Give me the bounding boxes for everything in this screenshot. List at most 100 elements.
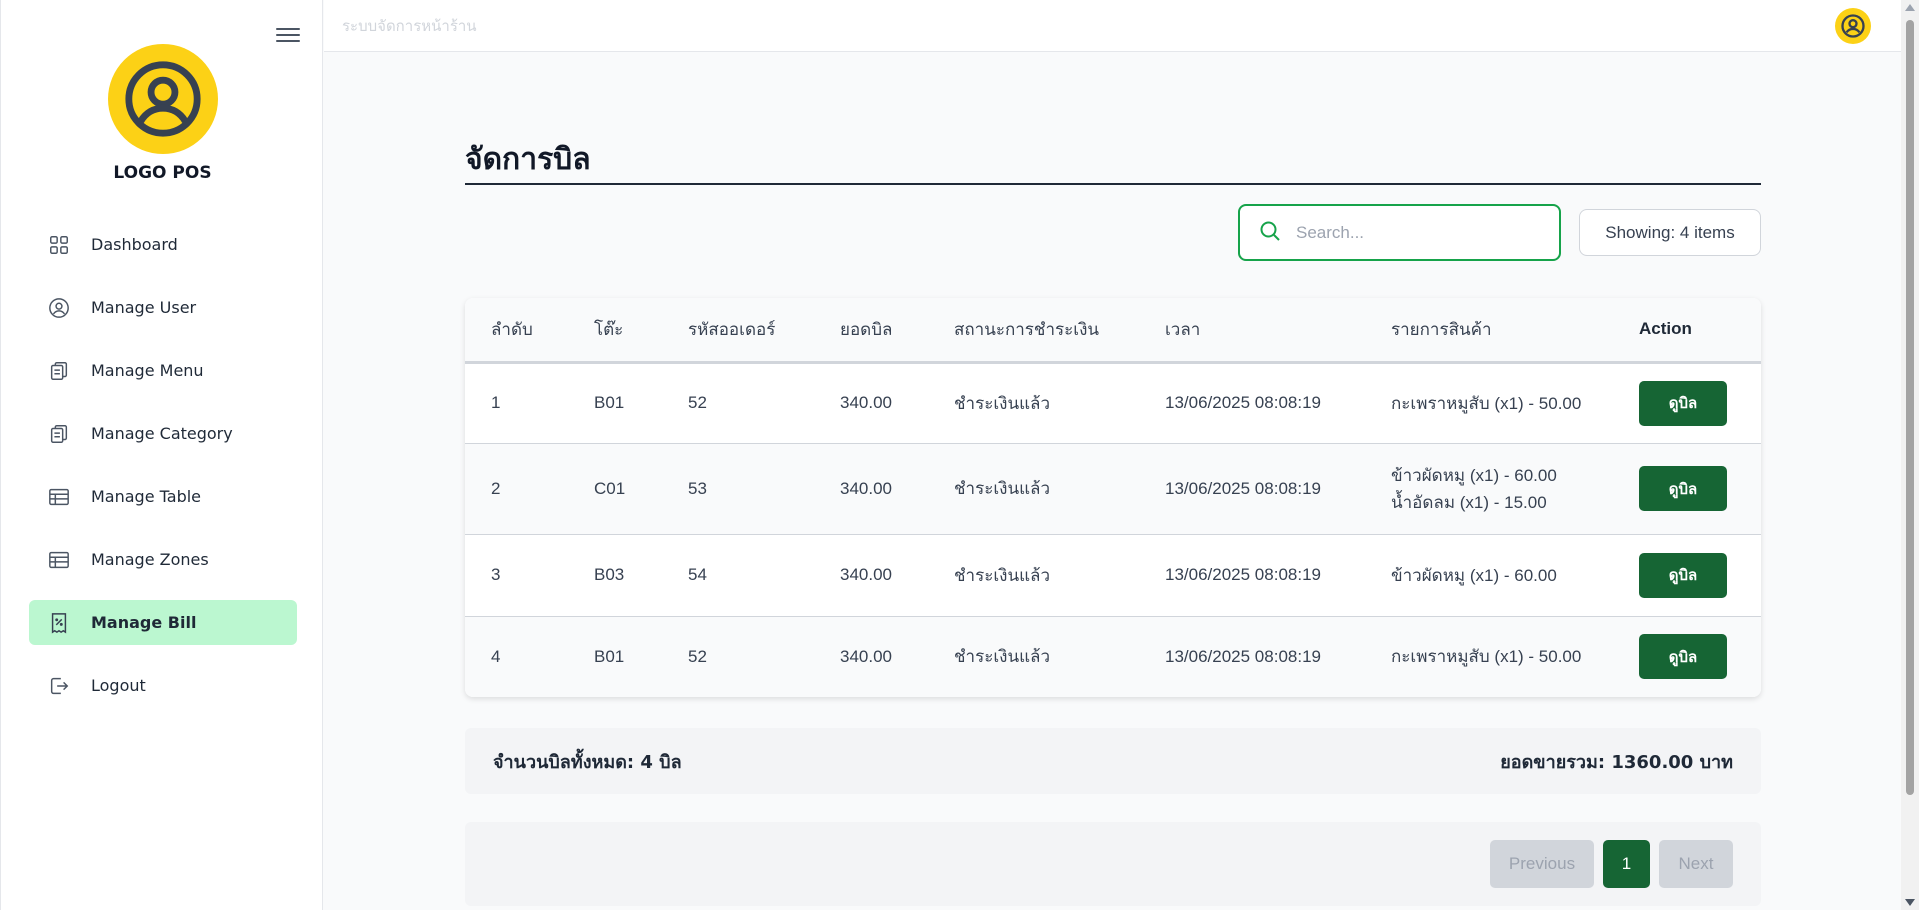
- cell-order-id: 53: [662, 443, 814, 535]
- sidebar-item-logout[interactable]: Logout: [29, 663, 297, 708]
- sidebar-item-label: Manage Category: [91, 424, 233, 443]
- cell-action: ดูบิล: [1613, 362, 1761, 444]
- scroll-up-arrow-icon[interactable]: [1905, 4, 1915, 11]
- hamburger-menu-icon[interactable]: [276, 24, 300, 46]
- column-header[interactable]: เวลา: [1139, 298, 1365, 362]
- scroll-thumb[interactable]: [1906, 20, 1914, 795]
- cell-items: กะเพราหมูสับ (x1) - 50.00: [1365, 616, 1613, 697]
- view-bill-button[interactable]: ดูบิล: [1639, 634, 1727, 680]
- user-avatar-icon[interactable]: [1835, 8, 1871, 44]
- column-header[interactable]: โต๊ะ: [568, 298, 662, 362]
- previous-page-button[interactable]: Previous: [1490, 840, 1594, 888]
- cell-time: 13/06/2025 08:08:19: [1139, 443, 1365, 535]
- sidebar-item-manage-zones[interactable]: Manage Zones: [29, 537, 297, 582]
- top-bar: ระบบจัดการหน้าร้าน: [324, 0, 1901, 52]
- sidebar-item-label: Manage Bill: [91, 613, 197, 632]
- cell-status: ชำระเงินแล้ว: [928, 534, 1139, 617]
- scroll-down-arrow-icon[interactable]: [1905, 899, 1915, 906]
- cell-table: B03: [568, 534, 662, 617]
- table-header-row: ลำดับ โต๊ะ รหัสออเดอร์ ยอดบิล สถานะการชำ…: [465, 298, 1761, 362]
- cell-order-id: 52: [688, 646, 707, 666]
- view-bill-button[interactable]: ดูบิล: [1639, 380, 1727, 426]
- sidebar-item-manage-category[interactable]: Manage Category: [29, 411, 297, 456]
- title-divider: [465, 183, 1761, 185]
- cell-status: ชำระเงินแล้ว: [928, 362, 1139, 444]
- logout-icon: [47, 674, 71, 698]
- sidebar-item-label: Dashboard: [91, 235, 178, 254]
- cell-table: B01: [594, 646, 625, 666]
- sidebar-item-label: Manage Zones: [91, 550, 209, 569]
- item-line: ข้าวผัดหมู (x1) - 60.00: [1391, 565, 1557, 585]
- cell-items: ข้าวผัดหมู (x1) - 60.00 น้ำอัดลม (x1) - …: [1365, 443, 1613, 535]
- grid-icon: [47, 233, 71, 257]
- cell-amount: 340.00: [814, 443, 928, 535]
- bill-table: ลำดับ โต๊ะ รหัสออเดอร์ ยอดบิล สถานะการชำ…: [465, 298, 1761, 697]
- column-header: Action: [1639, 319, 1692, 339]
- clipboard-icon: [47, 359, 71, 383]
- cell-table: C01: [568, 443, 662, 535]
- cell-amount: 340.00: [814, 362, 928, 444]
- summary-bar: จำนวนบิลทั้งหมด: 4 บิล ยอดขายรวม: 1360.0…: [465, 728, 1761, 794]
- next-page-button[interactable]: Next: [1659, 840, 1733, 888]
- page-1-button[interactable]: 1: [1603, 840, 1650, 888]
- cell-time: 13/06/2025 08:08:19: [1139, 534, 1365, 617]
- bill-count: จำนวนบิลทั้งหมด: 4 บิล: [493, 751, 682, 773]
- sidebar: LOGO POS Dashboard Manage User Manage Me…: [0, 0, 323, 910]
- column-header[interactable]: รายการสินค้า: [1365, 298, 1613, 362]
- total-sales: ยอดขายรวม: 1360.00 บาท: [1500, 751, 1733, 773]
- pagination: Previous 1 Next: [1490, 840, 1733, 888]
- sidebar-item-label: Manage Menu: [91, 361, 204, 380]
- sidebar-item-manage-user[interactable]: Manage User: [29, 285, 297, 330]
- table-row: 1 B01 52 340.00 ชำระเงินแล้ว 13/06/2025 …: [465, 362, 1761, 444]
- table-row: 4 B01 52 340.00 ชำระเงินแล้ว 13/06/2025 …: [465, 616, 1761, 697]
- page-title: จัดการบิล: [465, 142, 591, 177]
- cell-order-id: 54: [662, 534, 814, 617]
- view-bill-button[interactable]: ดูบิล: [1639, 466, 1727, 511]
- cell-action: ดูบิล: [1613, 443, 1761, 535]
- item-line: น้ำอัดลม (x1) - 15.00: [1391, 492, 1547, 512]
- header-title: ระบบจัดการหน้าร้าน: [342, 17, 477, 35]
- search-box[interactable]: [1238, 204, 1561, 261]
- pagination-area: Previous 1 Next: [465, 822, 1761, 906]
- showing-count: Showing: 4 items: [1579, 209, 1761, 256]
- cell-action: ดูบิล: [1613, 534, 1761, 617]
- cell-amount: 340.00: [840, 646, 892, 666]
- sidebar-item-dashboard[interactable]: Dashboard: [29, 222, 297, 267]
- cell-action: ดูบิล: [1613, 616, 1761, 697]
- sidebar-item-label: Logout: [91, 676, 146, 695]
- sidebar-item-manage-bill[interactable]: Manage Bill: [29, 600, 297, 645]
- bill-table-card: ลำดับ โต๊ะ รหัสออเดอร์ ยอดบิล สถานะการชำ…: [465, 298, 1761, 697]
- user-circle-icon: [47, 296, 71, 320]
- sidebar-item-manage-menu[interactable]: Manage Menu: [29, 348, 297, 393]
- column-header[interactable]: ลำดับ: [465, 298, 568, 362]
- sidebar-nav: Dashboard Manage User Manage Menu Manage…: [29, 222, 297, 726]
- logo-text: LOGO POS: [113, 163, 212, 183]
- sidebar-item-label: Manage Table: [91, 487, 202, 506]
- view-bill-button[interactable]: ดูบิล: [1639, 552, 1727, 598]
- cell-items: ข้าวผัดหมู (x1) - 60.00: [1365, 534, 1613, 617]
- sidebar-item-label: Manage User: [91, 298, 197, 317]
- cell-amount: 340.00: [814, 534, 928, 617]
- cell-no: 4: [491, 646, 501, 666]
- item-line: กะเพราหมูสับ (x1) - 50.00: [1391, 647, 1582, 667]
- column-header[interactable]: สถานะการชำระเงิน: [928, 298, 1139, 362]
- sidebar-item-manage-table[interactable]: Manage Table: [29, 474, 297, 519]
- cell-time: 13/06/2025 08:08:19: [1165, 646, 1321, 666]
- cell-status: ชำระเงินแล้ว: [928, 443, 1139, 535]
- cell-table: B01: [568, 362, 662, 444]
- receipt-icon: [47, 611, 71, 635]
- cell-order-id: 52: [662, 362, 814, 444]
- item-line: ข้าวผัดหมู (x1) - 60.00: [1391, 465, 1557, 485]
- cell-no: 2: [465, 443, 568, 535]
- column-header[interactable]: ยอดบิล: [814, 298, 928, 362]
- table-row: 3 B03 54 340.00 ชำระเงินแล้ว 13/06/2025 …: [465, 534, 1761, 617]
- table-icon: [47, 548, 71, 572]
- scrollbar[interactable]: [1901, 0, 1919, 910]
- search-input[interactable]: [1296, 222, 1536, 243]
- column-header[interactable]: รหัสออเดอร์: [662, 298, 814, 362]
- cell-items: กะเพราหมูสับ (x1) - 50.00: [1365, 362, 1613, 444]
- cell-no: 3: [465, 534, 568, 617]
- cell-status: ชำระเงินแล้ว: [954, 647, 1050, 667]
- table-row: 2 C01 53 340.00 ชำระเงินแล้ว 13/06/2025 …: [465, 443, 1761, 535]
- logo-icon: [108, 44, 218, 154]
